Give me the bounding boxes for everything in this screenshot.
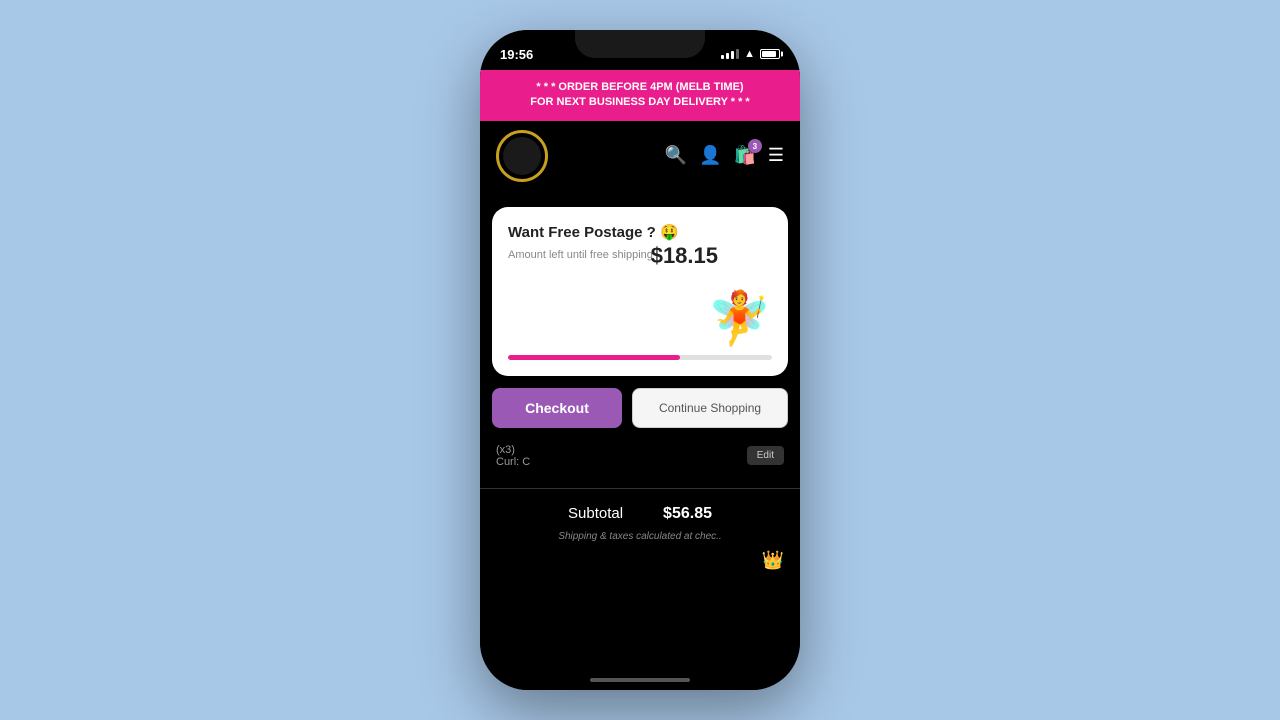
- banner-line1: * * * ORDER BEFORE 4PM (MELB TIME): [492, 80, 788, 95]
- wifi-icon: ▲: [744, 48, 755, 60]
- subtotal-row: Subtotal $56.85: [480, 493, 800, 527]
- divider: [480, 488, 800, 489]
- progress-bar: [508, 355, 772, 360]
- cart-badge: 3: [748, 139, 762, 153]
- card-amount: $18.15: [651, 243, 718, 269]
- character-emoji: 🧚: [707, 293, 772, 345]
- shipping-row: Shipping & taxes calculated at chec.. 👑: [480, 527, 800, 552]
- cart-item-quantity: (x3): [496, 444, 530, 456]
- subtotal-label: Subtotal: [568, 505, 623, 522]
- logo-icon: [496, 130, 548, 182]
- cart-content: (x3) Curl: C Edit: [480, 428, 800, 484]
- progress-bar-fill: [508, 355, 680, 360]
- promo-banner: * * * ORDER BEFORE 4PM (MELB TIME) FOR N…: [480, 70, 800, 121]
- crown-icon: 👑: [762, 550, 784, 571]
- nav-icons: 🔍 👤 🛍️ 3 ☰: [665, 145, 784, 166]
- cart-item-row: (x3) Curl: C Edit: [496, 436, 784, 476]
- phone-frame: 19:56 ▲ * * * ORDER BEFORE 4PM (MELB TIM…: [480, 30, 800, 690]
- user-icon[interactable]: 👤: [699, 145, 721, 166]
- search-icon[interactable]: 🔍: [665, 145, 687, 166]
- card-title: Want Free Postage ? 🤑: [508, 223, 772, 241]
- continue-shopping-button[interactable]: Continue Shopping: [632, 388, 788, 428]
- banner-line2: FOR NEXT BUSINESS DAY DELIVERY * * *: [492, 95, 788, 110]
- free-postage-card: Want Free Postage ? 🤑 Amount left until …: [492, 207, 788, 376]
- status-time: 19:56: [500, 47, 533, 62]
- cart-item-curl: Curl: C: [496, 456, 530, 468]
- status-icons: ▲: [721, 48, 780, 60]
- edit-button[interactable]: Edit: [747, 446, 784, 465]
- notch: [575, 30, 705, 58]
- header-nav: 🔍 👤 🛍️ 3 ☰: [480, 121, 800, 191]
- action-buttons: Checkout Continue Shopping: [492, 388, 788, 428]
- menu-icon[interactable]: ☰: [768, 145, 784, 166]
- home-indicator: [590, 678, 690, 682]
- cart-icon[interactable]: 🛍️ 3: [733, 145, 755, 166]
- phone-content: * * * ORDER BEFORE 4PM (MELB TIME) FOR N…: [480, 70, 800, 690]
- shipping-note: Shipping & taxes calculated at chec..: [480, 529, 800, 550]
- card-subtitle: Amount left until free shipping: [508, 249, 772, 261]
- checkout-button[interactable]: Checkout: [492, 388, 622, 428]
- signal-bars-icon: [721, 49, 739, 59]
- character-image: 🧚: [508, 265, 772, 345]
- subtotal-amount: $56.85: [663, 505, 712, 523]
- battery-icon: [760, 49, 780, 59]
